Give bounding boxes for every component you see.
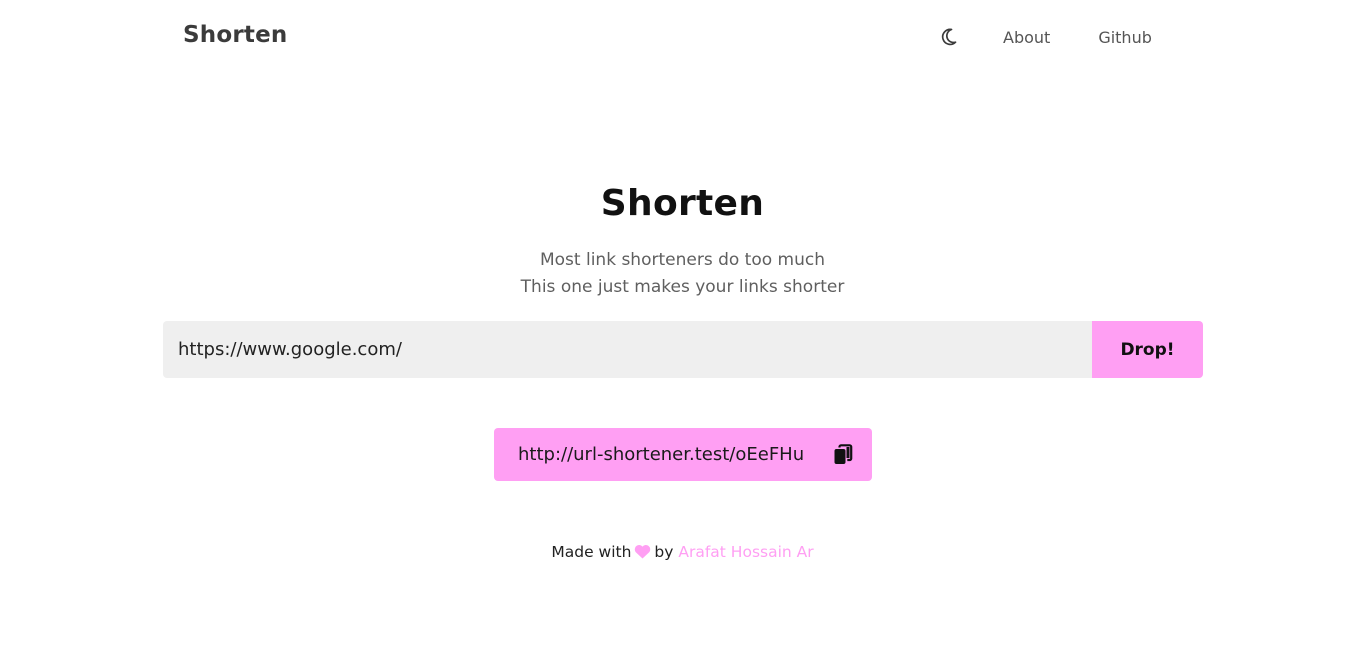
moon-icon [941, 28, 957, 46]
brand-logo[interactable]: Shorten [183, 22, 287, 48]
copy-icon [834, 443, 853, 464]
footer-by: by [654, 543, 674, 561]
short-url-result: http://url-shortener.test/oEeFHu [494, 428, 872, 481]
nav-about-link[interactable]: About [1003, 28, 1050, 47]
tagline-line-1: Most link shorteners do too much [539, 250, 825, 270]
page-title: Shorten [600, 183, 765, 224]
footer-made-with: Made with [551, 543, 632, 561]
copy-button[interactable] [832, 443, 854, 466]
top-nav: About Github [938, 26, 1152, 48]
short-url-text[interactable]: http://url-shortener.test/oEeFHu [518, 444, 804, 465]
tagline-line-2: This one just makes your links shorter [520, 277, 845, 297]
page: Shorten About Github Shorten Most link s… [0, 0, 1365, 648]
nav-github-link[interactable]: Github [1098, 28, 1152, 47]
drop-button[interactable]: Drop! [1092, 321, 1203, 378]
theme-toggle-button[interactable] [938, 26, 960, 48]
footer: Made with by Arafat Hossain Ar [0, 543, 1365, 563]
url-input[interactable] [163, 321, 1092, 378]
author-link[interactable]: Arafat Hossain Ar [678, 543, 813, 561]
heart-icon [634, 544, 651, 563]
shorten-form: Drop! [163, 321, 1203, 378]
